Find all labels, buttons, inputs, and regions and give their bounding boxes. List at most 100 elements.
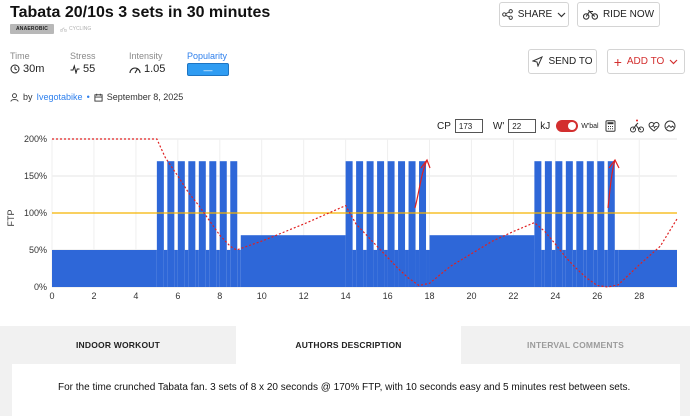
ride-now-button[interactable]: RIDE NOW	[577, 2, 660, 27]
power-bar	[205, 250, 210, 287]
power-bar	[618, 250, 677, 287]
y-tick-label: 200%	[24, 134, 47, 144]
power-bar	[163, 250, 168, 287]
power-bar	[240, 235, 346, 287]
power-bar	[366, 161, 374, 287]
power-bar	[583, 250, 587, 287]
power-bar	[209, 161, 217, 287]
power-bar	[541, 250, 545, 287]
send-to-button[interactable]: SEND TO	[528, 49, 597, 74]
x-tick-label: 4	[133, 291, 138, 301]
x-tick-label: 14	[341, 291, 351, 301]
x-tick-label: 22	[508, 291, 518, 301]
x-tick-label: 2	[91, 291, 96, 301]
x-tick-label: 6	[175, 291, 180, 301]
workout-chart: 0%50%100%150%200% 0 2 4 6 8 10 12 14 16 18 20 22 24 2…	[6, 134, 678, 301]
power-bar	[188, 161, 196, 287]
category-tag: CYCLING	[60, 24, 91, 34]
y-tick-label: 0%	[34, 282, 47, 292]
chevron-down-icon	[557, 12, 566, 17]
author-link[interactable]: Ivegotabike	[37, 92, 83, 102]
x-tick-label: 10	[257, 291, 267, 301]
power-bar	[198, 161, 206, 287]
by-label: by	[23, 92, 33, 102]
author-row: by Ivegotabike • September 8, 2025	[10, 92, 183, 102]
tab-authors-description[interactable]: AUTHORS DESCRIPTION	[236, 326, 461, 364]
power-bar	[352, 250, 357, 287]
power-bar	[373, 250, 378, 287]
power-bar	[562, 250, 566, 287]
time-value: 30m	[23, 63, 45, 75]
tab-bar: INDOOR WORKOUT AUTHORS DESCRIPTION INTER…	[0, 326, 690, 364]
power-bar	[555, 161, 563, 287]
x-tick-label: 20	[466, 291, 476, 301]
x-tick-labels: 0 2 4 6 8 10 12 14 16 18 20 22 24 26 28	[49, 291, 644, 301]
y-axis-label: FTP	[6, 210, 16, 227]
chevron-down-icon	[669, 59, 678, 64]
y-tick-label: 50%	[29, 245, 47, 255]
power-bar	[614, 250, 619, 287]
workout-title: Tabata 20/10s 3 sets in 30 minutes	[10, 4, 271, 21]
y-tick-label: 100%	[24, 208, 47, 218]
power-blocks	[52, 161, 677, 287]
power-bar	[576, 161, 584, 287]
gauge-icon	[129, 67, 141, 73]
zone-tag: ANAEROBIC	[10, 24, 54, 34]
power-bar	[565, 161, 573, 287]
category-label: CYCLING	[69, 26, 92, 32]
panel-margin	[680, 364, 690, 416]
power-bar	[415, 250, 420, 287]
power-bar	[426, 250, 430, 287]
intensity-value: 1.05	[144, 63, 166, 75]
x-tick-label: 24	[550, 291, 560, 301]
power-bar	[408, 161, 416, 287]
tab-interval-comments[interactable]: INTERVAL COMMENTS	[461, 326, 690, 364]
power-bar	[356, 161, 364, 287]
x-tick-label: 28	[634, 291, 644, 301]
clock-icon	[10, 64, 20, 74]
power-bar	[586, 161, 594, 287]
separator: •	[86, 92, 90, 102]
power-bar	[345, 161, 353, 287]
power-bar	[156, 161, 164, 287]
share-icon	[501, 9, 513, 20]
power-bar	[551, 250, 556, 287]
power-bar	[387, 161, 395, 287]
stress-value: 55	[83, 63, 96, 75]
power-bar	[167, 161, 175, 287]
x-tick-label: 12	[299, 291, 309, 301]
power-bar	[174, 250, 178, 287]
ride-now-label: RIDE NOW	[602, 9, 655, 20]
panel-margin	[0, 364, 12, 416]
stress-label: Stress	[70, 51, 96, 61]
power-bar	[593, 250, 598, 287]
power-bar	[405, 250, 409, 287]
description-text: For the time crunched Tabata fan. 3 sets…	[58, 382, 631, 393]
time-stat: 30m	[10, 63, 44, 75]
x-tick-label: 0	[49, 291, 54, 301]
power-bar	[377, 161, 385, 287]
intensity-label: Intensity	[129, 51, 163, 61]
send-to-label: SEND TO	[548, 56, 593, 67]
time-label: Time	[10, 51, 30, 61]
add-to-button[interactable]: + ADD TO	[607, 49, 685, 74]
power-bar	[429, 235, 535, 287]
popularity-label: Popularity	[187, 51, 228, 61]
power-bar	[419, 161, 427, 287]
power-bar	[237, 250, 241, 287]
power-bar	[195, 250, 199, 287]
bike-icon	[60, 27, 67, 32]
tab-indoor-workout[interactable]: INDOOR WORKOUT	[0, 326, 236, 364]
power-bar	[604, 250, 608, 287]
power-bar	[184, 250, 189, 287]
publish-date: September 8, 2025	[106, 92, 184, 102]
share-button[interactable]: SHARE	[499, 2, 569, 27]
power-bar	[226, 250, 231, 287]
power-bar	[219, 161, 227, 287]
x-tick-label: 8	[217, 291, 222, 301]
share-label: SHARE	[517, 9, 553, 20]
stress-stat: 55	[70, 63, 95, 75]
power-bar	[398, 161, 406, 287]
pulse-icon	[70, 64, 80, 74]
power-bar	[363, 250, 367, 287]
